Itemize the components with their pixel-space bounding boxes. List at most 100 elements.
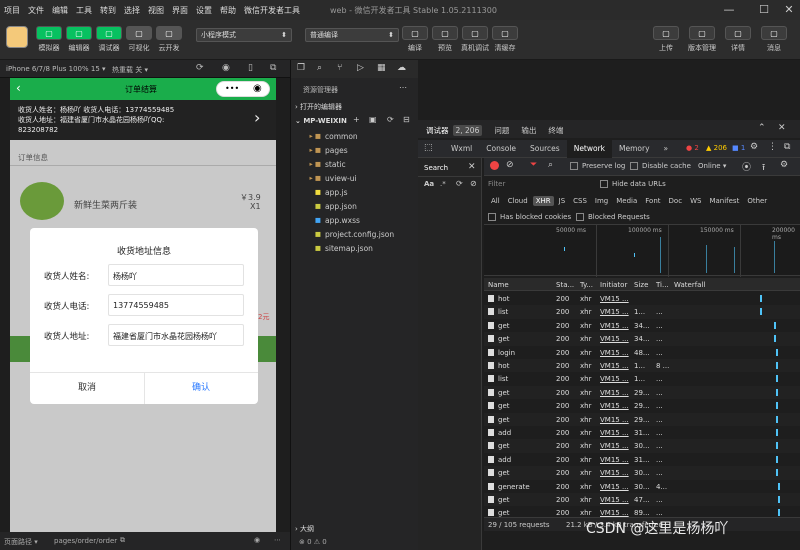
toolbar-button[interactable]: ▢ 真机调试 bbox=[460, 26, 490, 53]
debugger-tab[interactable]: 终端 bbox=[548, 125, 563, 136]
cloud-icon[interactable]: ☁ bbox=[397, 63, 406, 73]
blocked-requests-checkbox[interactable] bbox=[576, 213, 584, 221]
debugger-tab[interactable]: 问题 bbox=[494, 125, 509, 136]
record-icon[interactable] bbox=[490, 161, 499, 170]
clear-icon[interactable]: ⊘ bbox=[470, 179, 477, 188]
cell-init[interactable]: VM15 ... bbox=[600, 295, 632, 303]
cell-init[interactable]: VM15 ... bbox=[600, 509, 632, 517]
page-path-label[interactable]: 页面路径 ▾ bbox=[4, 537, 38, 547]
cell-init[interactable]: VM15 ... bbox=[600, 362, 632, 370]
column-header[interactable]: Size bbox=[634, 281, 648, 289]
toolbar-button[interactable]: ▢ 调试器 bbox=[94, 26, 124, 53]
menu-item[interactable]: 项目 bbox=[0, 5, 24, 16]
cell-init[interactable]: VM15 ... bbox=[600, 496, 632, 504]
toolbar-button[interactable]: ▢ 上传 bbox=[648, 26, 684, 53]
toolbar-button[interactable]: ▢ 版本管理 bbox=[684, 26, 720, 53]
table-row[interactable]: add 200 xhr VM15 ... 31...... bbox=[484, 453, 800, 466]
has-blocked-checkbox[interactable] bbox=[488, 213, 496, 221]
hide-data-urls-checkbox[interactable] bbox=[600, 180, 608, 188]
cell-init[interactable]: VM15 ... bbox=[600, 429, 632, 437]
dock-icon[interactable]: ⧉ bbox=[784, 142, 790, 152]
chevron-up-icon[interactable]: ⌃ bbox=[758, 123, 766, 133]
type-filter[interactable]: Img bbox=[592, 196, 611, 206]
refresh-icon[interactable]: ⟳ bbox=[196, 63, 204, 73]
timeline-overview[interactable]: 50000 ms 100000 ms 150000 ms 200000 ms bbox=[484, 224, 800, 277]
devtools-tab[interactable]: » bbox=[657, 140, 676, 158]
type-filter[interactable]: CSS bbox=[570, 196, 590, 206]
menu-item[interactable]: 微信开发者工具 bbox=[240, 5, 304, 16]
file-tree-item[interactable]: ▸ ■ static bbox=[291, 157, 346, 171]
regex-icon[interactable]: .* bbox=[440, 180, 446, 188]
cell-init[interactable]: VM15 ... bbox=[600, 456, 632, 464]
preserve-log-checkbox[interactable] bbox=[570, 162, 578, 170]
table-row[interactable]: get 200 xhr VM15 ... 30...... bbox=[484, 466, 800, 480]
file-tree-item[interactable]: ▸ ■ common bbox=[291, 129, 358, 143]
column-header[interactable]: Sta... bbox=[556, 281, 574, 289]
table-row[interactable]: hot 200 xhr VM15 ... 1... 8 ... bbox=[484, 359, 800, 373]
type-filter[interactable]: All bbox=[488, 196, 503, 206]
table-row[interactable]: add 200 xhr VM15 ... 31...... bbox=[484, 426, 800, 439]
menu-item[interactable]: 视图 bbox=[144, 5, 168, 16]
type-filter[interactable]: WS bbox=[687, 196, 704, 206]
toolbar-button[interactable]: ▢ 清缓存 bbox=[490, 26, 520, 53]
inspect-icon[interactable]: ⬚ bbox=[424, 143, 433, 153]
refresh-icon[interactable]: ⟳ bbox=[456, 179, 463, 188]
type-filter[interactable]: XHR bbox=[532, 196, 554, 206]
menu-item[interactable]: 工具 bbox=[72, 5, 96, 16]
file-tree-item[interactable]: ■ project.config.json bbox=[291, 227, 394, 241]
file-tree-item[interactable]: ■ app.json bbox=[291, 199, 357, 213]
devtools-tab[interactable]: Console bbox=[479, 140, 523, 158]
menu-item[interactable]: 转到 bbox=[96, 5, 120, 16]
error-count[interactable]: ● 2 bbox=[686, 144, 699, 152]
debugger-tab[interactable]: 调试器 bbox=[426, 125, 449, 136]
cell-init[interactable]: VM15 ... bbox=[600, 375, 632, 383]
more-icon[interactable]: ⋯ bbox=[274, 536, 281, 544]
settings-icon[interactable]: ⚙ bbox=[750, 142, 758, 152]
filter-input[interactable]: Filter bbox=[488, 180, 505, 188]
address-block[interactable]: 收货人姓名：杨杨吖 收货人电话：13774559485 收货人地址：福建省厦门市… bbox=[10, 100, 276, 140]
close-mini-icon[interactable]: ◉ bbox=[253, 83, 262, 94]
phone-icon[interactable]: ▯ bbox=[248, 63, 253, 73]
copy-icon[interactable]: ⧉ bbox=[120, 536, 125, 545]
type-filter[interactable]: Doc bbox=[666, 196, 686, 206]
field-input[interactable]: 13774559485 bbox=[108, 294, 244, 316]
popout-icon[interactable]: ⧉ bbox=[270, 63, 276, 73]
column-header[interactable]: Ty... bbox=[580, 281, 593, 289]
close-icon[interactable]: ✕ bbox=[780, 2, 798, 18]
table-row[interactable]: get 200 xhr VM15 ... 29...... bbox=[484, 385, 800, 400]
throttle-select[interactable]: Online ▾ bbox=[698, 162, 726, 170]
cell-init[interactable]: VM15 ... bbox=[600, 483, 632, 491]
warning-count[interactable]: ▲ 206 bbox=[706, 144, 727, 152]
search-tab[interactable]: Search bbox=[424, 164, 448, 172]
confirm-button[interactable]: 确认 bbox=[144, 372, 258, 404]
toolbar-button[interactable]: ▢ 云开发 bbox=[154, 26, 184, 53]
file-tree-item[interactable]: ■ app.js bbox=[291, 185, 348, 199]
table-row[interactable]: get 200 xhr VM15 ... 30...... bbox=[484, 439, 800, 453]
table-row[interactable]: hot 200 xhr VM15 ... bbox=[484, 292, 800, 305]
table-row[interactable]: get 200 xhr VM15 ... 34...... bbox=[484, 319, 800, 332]
table-row[interactable]: get 200 xhr VM15 ... 47...... bbox=[484, 493, 800, 507]
menu-item[interactable]: 编辑 bbox=[48, 5, 72, 16]
hotreload-select[interactable]: 热重载 关 ▾ bbox=[112, 65, 148, 75]
table-row[interactable]: list 200 xhr VM15 ... 1...... bbox=[484, 305, 800, 319]
toolbar-button[interactable]: ▢ 模拟器 bbox=[34, 26, 64, 53]
record-icon[interactable]: ◉ bbox=[222, 63, 230, 73]
devtools-tab[interactable]: Network bbox=[566, 140, 613, 158]
devtools-tab[interactable]: Memory bbox=[612, 140, 657, 158]
cancel-button[interactable]: 取消 bbox=[30, 372, 144, 404]
eye-icon[interactable]: ◉ bbox=[254, 536, 260, 544]
avatar[interactable] bbox=[6, 26, 28, 48]
compile-select[interactable]: 普通编译 ⬍ bbox=[305, 28, 399, 42]
file-tree-item[interactable]: ■ app.wxss bbox=[291, 213, 360, 227]
cell-init[interactable]: VM15 ... bbox=[600, 335, 632, 343]
close-icon[interactable]: ✕ bbox=[468, 162, 476, 172]
cell-init[interactable]: VM15 ... bbox=[600, 389, 632, 397]
cell-init[interactable]: VM15 ... bbox=[600, 442, 632, 450]
file-tree-item[interactable]: ■ sitemap.json bbox=[291, 241, 373, 255]
toolbar-button[interactable]: ▢ 消息 bbox=[756, 26, 792, 53]
cell-init[interactable]: VM15 ... bbox=[600, 416, 632, 424]
field-input[interactable]: 杨杨吖 bbox=[108, 264, 244, 286]
back-icon[interactable]: ‹ bbox=[16, 81, 21, 95]
toolbar-button[interactable]: ▢ 详情 bbox=[720, 26, 756, 53]
cell-init[interactable]: VM15 ... bbox=[600, 402, 632, 410]
